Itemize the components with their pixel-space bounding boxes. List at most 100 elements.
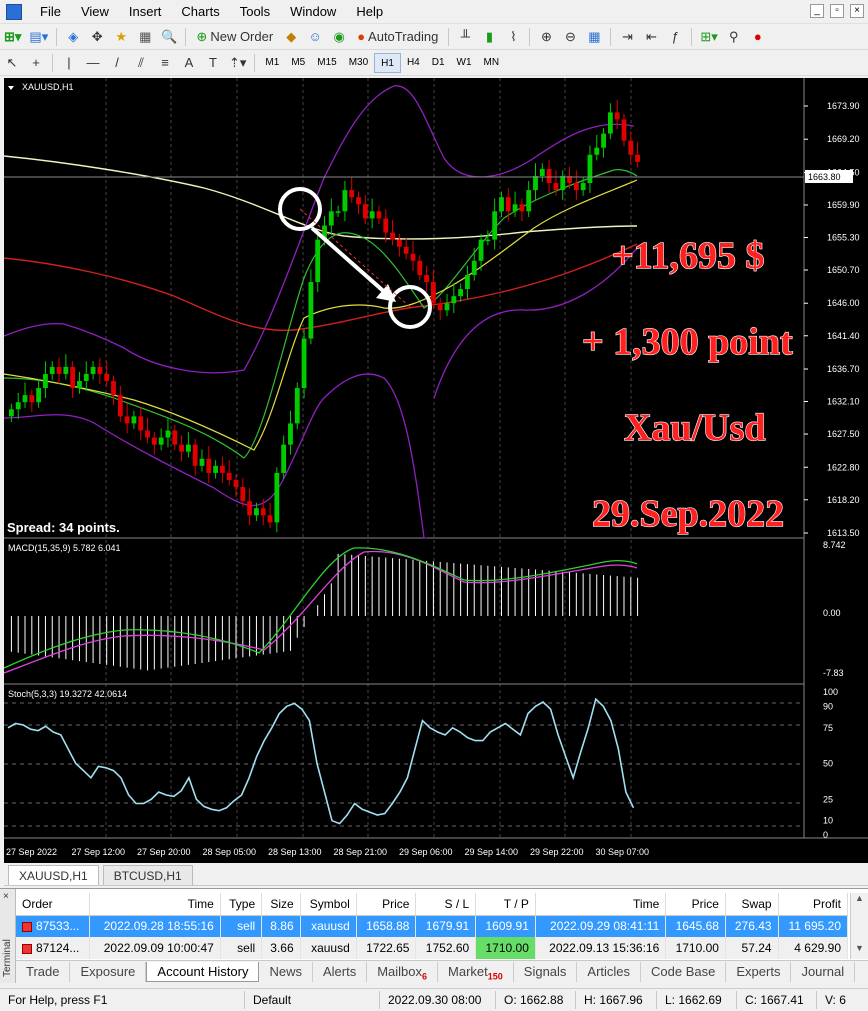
price-tick-label: 1622.80 <box>827 462 860 472</box>
column-header[interactable]: S / L <box>415 893 477 916</box>
menu-window[interactable]: Window <box>280 4 346 19</box>
menu-insert[interactable]: Insert <box>119 4 172 19</box>
column-header[interactable]: T / P <box>475 893 536 916</box>
notification-icon[interactable]: ● <box>748 27 768 47</box>
price-scale[interactable]: 1673.901669.201664.501659.901655.301650.… <box>804 101 860 538</box>
bar-chart-icon[interactable]: ╨ <box>455 27 475 47</box>
tab-alerts[interactable]: Alerts <box>313 961 368 982</box>
stoch-label: Stoch(5,3,3) 19.3272 42.0614 <box>8 689 127 699</box>
minimize-icon[interactable]: _ <box>810 4 824 18</box>
table-row[interactable]: 87533... 2022.09.28 18:55:16 sell 8.86 x… <box>16 915 849 937</box>
candle-body <box>335 211 341 213</box>
line-chart-icon[interactable]: ⌇ <box>503 27 523 47</box>
profiles-icon[interactable]: ▤▾ <box>27 27 50 47</box>
column-header[interactable]: Order <box>16 893 91 916</box>
candle-body <box>63 366 69 374</box>
tab-exposure[interactable]: Exposure <box>70 961 147 982</box>
tab-mailbox[interactable]: Mailbox6 <box>367 961 439 982</box>
column-header[interactable]: Profit <box>778 893 849 916</box>
timeframe-w1[interactable]: W1 <box>451 53 478 73</box>
chart-window[interactable]: XAUUSD,H1 Spread: 34 points. MACD(15,35,… <box>4 78 868 863</box>
candle-body <box>410 253 416 261</box>
indicators-icon[interactable]: ƒ <box>665 27 685 47</box>
tab-trade[interactable]: Trade <box>16 961 71 982</box>
tab-label: Account History <box>157 963 249 979</box>
new-order-button[interactable]: ⊕ New Order <box>192 27 277 47</box>
close-icon[interactable]: × <box>850 4 864 18</box>
timeframe-m1[interactable]: M1 <box>259 53 285 73</box>
new-chart-icon[interactable]: ⊞▾ <box>2 27 23 47</box>
timeframe-d1[interactable]: D1 <box>426 53 451 73</box>
search-icon[interactable]: ⚲ <box>724 27 744 47</box>
tab-market[interactable]: Market150 <box>438 961 514 982</box>
symbol-collapse-icon[interactable] <box>8 86 14 90</box>
column-header[interactable]: Symbol <box>300 893 357 916</box>
tile-windows-icon[interactable]: ▦ <box>584 27 604 47</box>
equidistant-channel-icon[interactable]: ⫽ <box>131 53 151 73</box>
market-watch-icon[interactable]: ◈ <box>63 27 83 47</box>
column-header[interactable]: Size <box>261 893 301 916</box>
table-row[interactable]: 87124... 2022.09.09 10:00:47 sell 3.66 x… <box>16 937 849 959</box>
autoscroll-icon[interactable]: ⇥ <box>617 27 637 47</box>
navigator-icon[interactable]: ✥ <box>87 27 107 47</box>
users-icon[interactable]: ☺ <box>305 27 325 47</box>
chart-canvas[interactable]: XAUUSD,H1 Spread: 34 points. MACD(15,35,… <box>4 78 868 863</box>
column-header[interactable]: Swap <box>725 893 779 916</box>
overlay-symbol-text: Xau/Usd <box>624 407 766 449</box>
text-label-icon[interactable]: T <box>203 53 223 73</box>
tab-news[interactable]: News <box>259 961 313 982</box>
candle-chart-icon[interactable]: ▮ <box>479 27 499 47</box>
timeframe-m15[interactable]: M15 <box>311 53 342 73</box>
favorites-icon[interactable]: ★ <box>111 27 131 47</box>
signal-icon[interactable]: ◉ <box>329 27 349 47</box>
scroll-down-icon[interactable]: ▼ <box>851 943 868 953</box>
table-scrollbar[interactable]: ▲ ▼ <box>850 893 868 959</box>
column-header[interactable]: Time <box>535 893 667 916</box>
metaeditor-icon[interactable]: ◆ <box>281 27 301 47</box>
tester-icon[interactable]: 🔍 <box>159 27 179 47</box>
close-icon[interactable]: × <box>3 891 9 902</box>
trendline-icon[interactable]: / <box>107 53 127 73</box>
zoom-out-icon[interactable]: ⊖ <box>560 27 580 47</box>
menu-file[interactable]: File <box>30 4 71 19</box>
tab-code-base[interactable]: Code Base <box>641 961 727 982</box>
time-tick-label: 29 Sep 14:00 <box>465 847 519 857</box>
column-header[interactable]: Price <box>665 893 726 916</box>
column-header[interactable]: Time <box>89 893 221 916</box>
arrows-icon[interactable]: ⇡▾ <box>227 53 248 73</box>
tab-btcusd-h1[interactable]: BTCUSD,H1 <box>102 865 193 885</box>
tab-experts[interactable]: Experts <box>726 961 792 982</box>
tab-journal[interactable]: Journal <box>791 961 856 982</box>
tab-signals[interactable]: Signals <box>514 961 578 982</box>
tab-xauusd-h1[interactable]: XAUUSD,H1 <box>8 865 99 885</box>
zoom-in-icon[interactable]: ⊕ <box>536 27 556 47</box>
menu-tools[interactable]: Tools <box>230 4 280 19</box>
candle-body <box>70 366 76 389</box>
timeframe-h1[interactable]: H1 <box>374 52 401 73</box>
timeframe-m30[interactable]: M30 <box>343 53 374 73</box>
timeframe-m5[interactable]: M5 <box>285 53 311 73</box>
vertical-line-icon[interactable]: | <box>59 53 79 73</box>
time-scale[interactable]: 27 Sep 2022 27 Sep 12:00 27 Sep 20:00 28 Se… <box>6 847 649 857</box>
restore-icon[interactable]: ▫ <box>830 4 844 18</box>
cursor-icon[interactable]: ↖ <box>2 53 22 73</box>
tab-account-history[interactable]: Account History <box>146 961 260 982</box>
templates-icon[interactable]: ⊞▾ <box>698 27 719 47</box>
scroll-up-icon[interactable]: ▲ <box>851 893 868 903</box>
chart-shift-icon[interactable]: ⇤ <box>641 27 661 47</box>
menu-view[interactable]: View <box>71 4 119 19</box>
terminal-icon[interactable]: ▦ <box>135 27 155 47</box>
crosshair-icon[interactable]: + <box>26 53 46 73</box>
timeframe-mn[interactable]: MN <box>478 53 506 73</box>
tab-articles[interactable]: Articles <box>577 961 642 982</box>
autotrading-button[interactable]: ● AutoTrading <box>353 27 442 47</box>
horizontal-line-icon[interactable]: — <box>83 53 103 73</box>
fibonacci-icon[interactable]: ≡ <box>155 53 175 73</box>
menu-charts[interactable]: Charts <box>171 4 229 19</box>
text-icon[interactable]: A <box>179 53 199 73</box>
timeframe-h4[interactable]: H4 <box>401 53 426 73</box>
menu-help[interactable]: Help <box>346 4 393 19</box>
column-header[interactable]: Type <box>220 893 263 916</box>
candle-body <box>15 402 21 410</box>
column-header[interactable]: Price <box>356 893 417 916</box>
